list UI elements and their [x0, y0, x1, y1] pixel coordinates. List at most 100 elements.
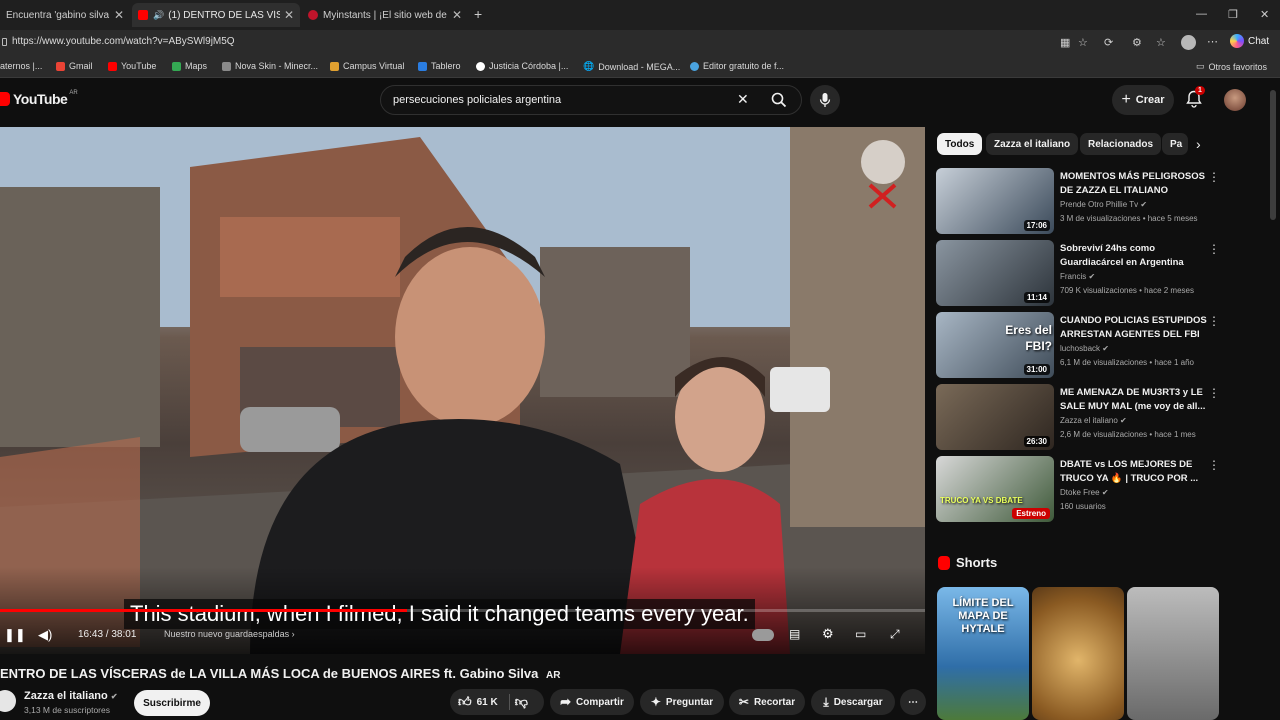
fullscreen-icon[interactable]: ⤢ [890, 627, 900, 642]
kebab-menu-icon[interactable]: ⋮ [1208, 170, 1220, 184]
like-dislike-group: 👍︎ 61 K 👎︎ [450, 689, 544, 715]
recommendation-thumbnail: Eres del FBI? 31:00 [936, 312, 1054, 378]
notifications-button[interactable]: 1 [1186, 86, 1205, 113]
settings-gear-icon[interactable]: ⚙ [822, 626, 834, 642]
microphone-icon [819, 93, 831, 107]
channel-avatar[interactable] [0, 690, 16, 712]
kebab-menu-icon[interactable]: ⋮ [1208, 242, 1220, 256]
bookmark-editor[interactable]: Editor gratuito de f... [690, 61, 784, 71]
close-window-icon[interactable]: ✕ [1260, 8, 1269, 21]
ask-button[interactable]: ✦ Preguntar [640, 689, 724, 715]
create-button[interactable]: + Crear [1112, 85, 1174, 115]
chip-channel[interactable]: Zazza el italiano [986, 133, 1079, 155]
volume-icon[interactable]: ◀) [38, 627, 52, 643]
close-icon[interactable]: ✕ [448, 8, 462, 22]
new-tab-icon[interactable]: + [474, 6, 482, 22]
short-item[interactable] [1127, 587, 1219, 720]
search-icon[interactable] [771, 92, 787, 113]
clip-label: Recortar [753, 696, 796, 708]
account-avatar[interactable] [1224, 89, 1246, 111]
extensions-icon[interactable]: ⚙ [1132, 36, 1142, 49]
duration-badge: 17:06 [1023, 220, 1050, 231]
kebab-menu-icon[interactable]: ⋮ [1208, 386, 1220, 400]
tab-search[interactable]: Encuentra 'gabino silva pelea c ✕ [0, 3, 130, 27]
recommendation-item[interactable]: Eres del FBI? 31:00 CUANDO POLICIAS ESTU… [936, 312, 1236, 378]
chevron-right-icon[interactable]: › [1196, 136, 1201, 152]
clear-search-icon[interactable]: ✕ [737, 91, 749, 108]
bookmark-campus[interactable]: Campus Virtual [330, 61, 404, 71]
bookmark-tablero[interactable]: Tablero [418, 61, 461, 71]
short-item[interactable]: LÍMITE DEL MAPA DE HYTALE [937, 587, 1029, 720]
youtube-logo-icon [0, 92, 10, 106]
miniplayer-icon[interactable]: ▭ [855, 627, 866, 641]
thumbnail-overlay-text: TRUCO YA VS DBATE [940, 496, 1023, 505]
restore-icon[interactable]: ❐ [1228, 8, 1238, 21]
chip-all[interactable]: Todos [937, 133, 983, 155]
more-actions-button[interactable]: ⋯ [900, 689, 926, 715]
voice-search-button[interactable] [810, 85, 840, 115]
chat-button[interactable]: Chat [1230, 34, 1269, 48]
bookmark-mega[interactable]: 🌐 Download - MEGA... [583, 61, 680, 72]
chapter-title[interactable]: Nuestro nuevo guardaespaldas › [164, 629, 295, 639]
minimize-icon[interactable]: — [1196, 8, 1207, 20]
bookmark-nova-skin[interactable]: Nova Skin - Minecr... [222, 61, 318, 71]
pause-icon[interactable]: ❚❚ [4, 627, 26, 643]
profile-avatar[interactable] [1181, 35, 1196, 50]
tab-myinstants[interactable]: Myinstants | ¡El sitio web de botor ✕ [302, 3, 468, 27]
video-player[interactable]: This stadium, when I filmed, I said it c… [0, 127, 925, 654]
channel-text: luchosback [1060, 344, 1101, 353]
bookmark-maps[interactable]: Maps [172, 61, 207, 71]
region-badge: AR [69, 90, 78, 96]
share-button[interactable]: ➦ Compartir [550, 689, 634, 715]
bookmark-justicia[interactable]: Justicia Córdoba |... [476, 61, 568, 71]
kebab-menu-icon[interactable]: ⋮ [1208, 458, 1220, 472]
recommendation-item[interactable]: 17:06 MOMENTOS MÁS PELIGROSOS DE ZAZZA E… [936, 168, 1236, 234]
bookmark-gmail[interactable]: Gmail [56, 61, 93, 71]
recommendation-item[interactable]: TRUCO YA VS DBATE Estreno DBATE vs LOS M… [936, 456, 1236, 522]
short-overlay-text: LÍMITE DEL MAPA DE HYTALE [952, 597, 1014, 635]
close-icon[interactable]: ✕ [280, 8, 294, 22]
recommendation-thumbnail: 11:14 [936, 240, 1054, 306]
other-favorites[interactable]: ▭ Otros favoritos [1196, 61, 1267, 72]
channel-name[interactable]: Zazza el italiano ✔ [24, 690, 118, 702]
recommendation-item[interactable]: 26:30 ME AMENAZA DE MU3RT3 y LE SALE MUY… [936, 384, 1236, 450]
youtube-logo[interactable]: YouTube AR [0, 90, 78, 107]
clip-button[interactable]: ✂ Recortar [729, 689, 805, 715]
chip-related[interactable]: Relacionados [1080, 133, 1162, 155]
address-bar: https://www.youtube.com/watch?v=ABySWl9j… [0, 30, 1280, 56]
bookmark-youtube[interactable]: YouTube [108, 61, 156, 71]
chip-more[interactable]: Pa [1162, 133, 1188, 155]
url-field[interactable]: https://www.youtube.com/watch?v=ABySWl9j… [12, 36, 235, 47]
close-icon[interactable]: ✕ [110, 8, 124, 22]
recommendation-channel: luchosback ✔ [1060, 344, 1109, 353]
copilot-icon [1230, 34, 1244, 48]
dislike-button[interactable]: 👎︎ [515, 694, 528, 710]
apps-icon[interactable]: ▦ [1060, 36, 1070, 49]
globe-icon: 🌐 [583, 61, 595, 71]
tab-youtube[interactable]: 🔊 (1) DENTRO DE LAS VÍSCERAS ✕ [132, 3, 300, 27]
verified-icon: ✔ [1102, 344, 1109, 353]
bookmark-aternos[interactable]: aternos |... [0, 61, 42, 71]
more-menu-icon[interactable]: ⋯ [1207, 35, 1218, 48]
bookmark-label: Download - MEGA... [598, 61, 681, 72]
autoplay-toggle[interactable] [752, 629, 774, 641]
page-scrollbar[interactable] [1270, 90, 1276, 220]
download-button[interactable]: ⤓ Descargar [811, 689, 895, 715]
progress-bar[interactable] [0, 609, 925, 612]
subscribe-button[interactable]: Suscribirme [134, 690, 210, 716]
short-item[interactable] [1032, 587, 1124, 720]
like-button[interactable]: 👍︎ 61 K [458, 694, 498, 710]
ask-label: Preguntar [665, 696, 714, 708]
recommendation-item[interactable]: 11:14 Sobreviví 24hs como Guardiacárcel … [936, 240, 1236, 306]
speaker-icon: 🔊 [153, 9, 165, 20]
youtube-icon [108, 61, 117, 71]
verified-icon: ✔ [1101, 488, 1109, 497]
subtitles-icon[interactable]: ▤ [789, 627, 800, 641]
video-title-text: ENTRO DE LAS VÍSCERAS de LA VILLA MÁS LO… [0, 666, 539, 681]
favorite-star-icon[interactable]: ☆ [1078, 36, 1088, 49]
search-input[interactable]: persecuciones policiales argentina [393, 94, 561, 106]
refresh-extension-icon[interactable]: ⟳ [1104, 36, 1113, 49]
divider [508, 694, 510, 710]
kebab-menu-icon[interactable]: ⋮ [1208, 314, 1220, 328]
favorites-icon[interactable]: ☆ [1156, 36, 1166, 49]
